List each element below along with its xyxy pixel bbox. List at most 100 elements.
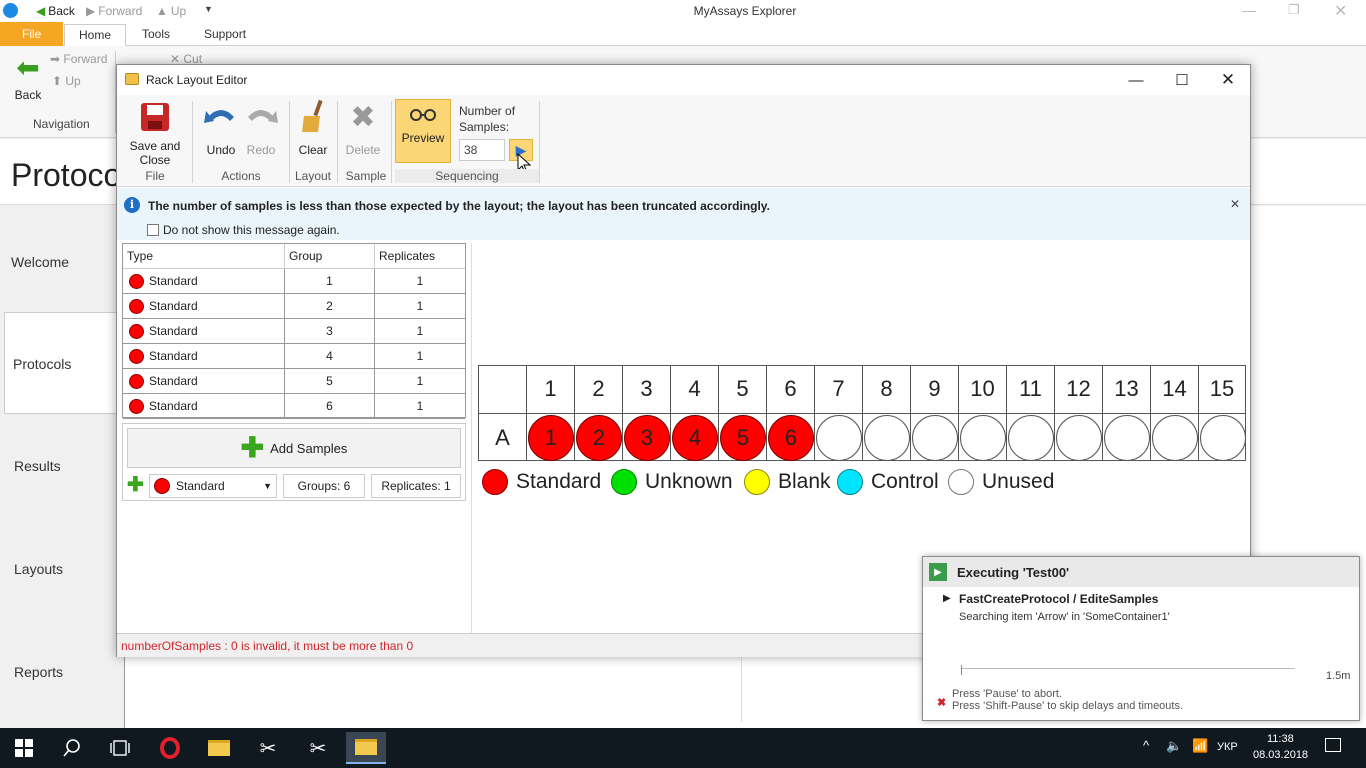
plate-well[interactable] xyxy=(1198,413,1246,461)
info-close-icon[interactable]: ✕ xyxy=(1230,197,1240,211)
clear-button[interactable]: Clear xyxy=(293,99,333,157)
main-up-button[interactable]: ⬆ Up xyxy=(52,74,81,88)
cell-replicates[interactable]: 1 xyxy=(375,269,465,294)
legend-control-dot xyxy=(837,469,863,495)
cell-replicates[interactable]: 1 xyxy=(375,294,465,319)
exec-play-icon: ▶ xyxy=(929,563,947,581)
action-center-icon[interactable] xyxy=(1325,738,1341,752)
plate-well[interactable] xyxy=(1054,413,1102,461)
cell-group[interactable]: 2 xyxy=(285,294,375,319)
cell-group[interactable]: 6 xyxy=(285,394,375,419)
main-restore-icon[interactable]: ❐ xyxy=(1288,2,1300,18)
ribbon-sep xyxy=(391,101,392,183)
network-icon[interactable]: 📶 xyxy=(1192,738,1208,754)
cell-type[interactable]: Standard xyxy=(123,394,285,419)
unused-well-circle xyxy=(1056,415,1102,461)
redo-button[interactable]: Redo xyxy=(241,99,281,157)
plate-well[interactable] xyxy=(1006,413,1054,461)
test-tool-icon[interactable]: ✂ xyxy=(248,732,288,764)
panel-splitter[interactable] xyxy=(471,243,472,633)
volume-icon[interactable]: 🔈 xyxy=(1166,738,1182,754)
nav-layouts[interactable]: Layouts xyxy=(0,561,118,577)
clock-date[interactable]: 08.03.2018 xyxy=(1253,749,1308,761)
preview-button[interactable]: Preview xyxy=(395,99,451,163)
windows-start-icon[interactable] xyxy=(4,732,44,764)
plate-well[interactable] xyxy=(958,413,1006,461)
main-back-button[interactable]: ⬅ Back xyxy=(10,54,46,103)
do-not-show-checkbox[interactable] xyxy=(147,224,159,236)
language-indicator[interactable]: УКР xyxy=(1217,741,1238,753)
dialog-ribbon: Save and Close File Undo Redo Actions Cl… xyxy=(117,95,1250,187)
save-close-button[interactable]: Save and Close xyxy=(125,99,185,167)
dialog-minimize-icon[interactable]: — xyxy=(1113,65,1159,95)
grid-header-group[interactable]: Group xyxy=(285,244,375,269)
cell-replicates[interactable]: 1 xyxy=(375,369,465,394)
redo-icon xyxy=(243,99,279,135)
main-minimize-icon[interactable]: — xyxy=(1242,2,1256,18)
cell-replicates[interactable]: 1 xyxy=(375,394,465,419)
nav-welcome[interactable]: Welcome xyxy=(0,254,118,270)
plate-well[interactable] xyxy=(910,413,958,461)
exec-expand-icon[interactable]: ▶ xyxy=(943,593,951,604)
dialog-maximize-icon[interactable]: ☐ xyxy=(1159,65,1205,95)
dialog-close-icon[interactable]: ✕ xyxy=(1205,65,1251,95)
nav-results[interactable]: Results xyxy=(0,458,118,474)
plus-icon: ✚ xyxy=(240,432,265,463)
tab-home[interactable]: Home xyxy=(64,24,127,46)
plate-well[interactable]: 2 xyxy=(574,413,622,461)
grid-header-type[interactable]: Type xyxy=(123,244,285,269)
plate-well[interactable]: 4 xyxy=(670,413,718,461)
file-explorer-icon[interactable] xyxy=(199,732,239,764)
plate-well[interactable]: 6 xyxy=(766,413,814,461)
cell-type[interactable]: Standard xyxy=(123,344,285,369)
sample-type-select[interactable]: Standard ▼ xyxy=(149,474,277,498)
plate-well[interactable] xyxy=(814,413,862,461)
plate-well[interactable]: 5 xyxy=(718,413,766,461)
exec-progress-tick xyxy=(961,665,962,675)
cell-type[interactable]: Standard xyxy=(123,269,285,294)
task-view-icon[interactable] xyxy=(100,732,140,764)
cell-type[interactable]: Standard xyxy=(123,319,285,344)
plate-well[interactable] xyxy=(1150,413,1198,461)
delete-button[interactable]: ✖ Delete xyxy=(343,99,383,158)
test-tool-2-icon[interactable]: ✂ xyxy=(298,732,338,764)
cell-type[interactable]: Standard xyxy=(123,369,285,394)
add-samples-button[interactable]: ✚ Add Samples xyxy=(127,428,461,468)
search-icon[interactable] xyxy=(52,732,92,764)
cell-replicates[interactable]: 1 xyxy=(375,319,465,344)
myassays-taskbar-icon[interactable] xyxy=(346,732,386,764)
plate-row-label: A xyxy=(478,413,526,461)
tray-chevron-icon[interactable]: ^ xyxy=(1143,738,1149,753)
clock-time[interactable]: 11:38 xyxy=(1267,733,1294,745)
cell-group[interactable]: 5 xyxy=(285,369,375,394)
plate-well[interactable]: 1 xyxy=(526,413,574,461)
plate-well[interactable]: 3 xyxy=(622,413,670,461)
navigation-group-label: Navigation xyxy=(33,117,90,131)
replicates-field[interactable]: Replicates: 1 xyxy=(371,474,461,498)
cell-group[interactable]: 1 xyxy=(285,269,375,294)
standard-dot-icon xyxy=(129,273,144,289)
undo-button[interactable]: Undo xyxy=(201,99,241,157)
cell-replicates[interactable]: 1 xyxy=(375,344,465,369)
exec-title: Executing 'Test00' xyxy=(957,565,1070,580)
tab-file[interactable]: File xyxy=(0,22,64,46)
grid-header-replicates[interactable]: Replicates xyxy=(375,244,465,269)
opera-browser-icon[interactable] xyxy=(150,732,190,764)
number-of-samples-input[interactable]: 38 xyxy=(459,139,505,161)
tab-tools[interactable]: Tools xyxy=(128,24,184,46)
plate-well[interactable] xyxy=(1102,413,1150,461)
dialog-app-icon xyxy=(125,73,139,85)
nav-protocols[interactable]: Protocols xyxy=(4,312,118,414)
groups-field[interactable]: Groups: 6 xyxy=(283,474,365,498)
plate-legend: Standard Unknown Blank Control Unused xyxy=(478,469,1246,499)
plate-well[interactable] xyxy=(862,413,910,461)
cell-type[interactable]: Standard xyxy=(123,294,285,319)
tab-support[interactable]: Support xyxy=(190,24,260,46)
cell-group[interactable]: 4 xyxy=(285,344,375,369)
cell-group[interactable]: 3 xyxy=(285,319,375,344)
main-close-icon[interactable]: ✕ xyxy=(1334,1,1347,21)
main-forward-button[interactable]: ➡ Forward xyxy=(50,52,107,66)
add-one-plus-icon[interactable]: ✚ xyxy=(127,474,144,496)
exec-abort-icon[interactable]: ✖ xyxy=(937,696,946,709)
nav-reports[interactable]: Reports xyxy=(0,664,118,680)
